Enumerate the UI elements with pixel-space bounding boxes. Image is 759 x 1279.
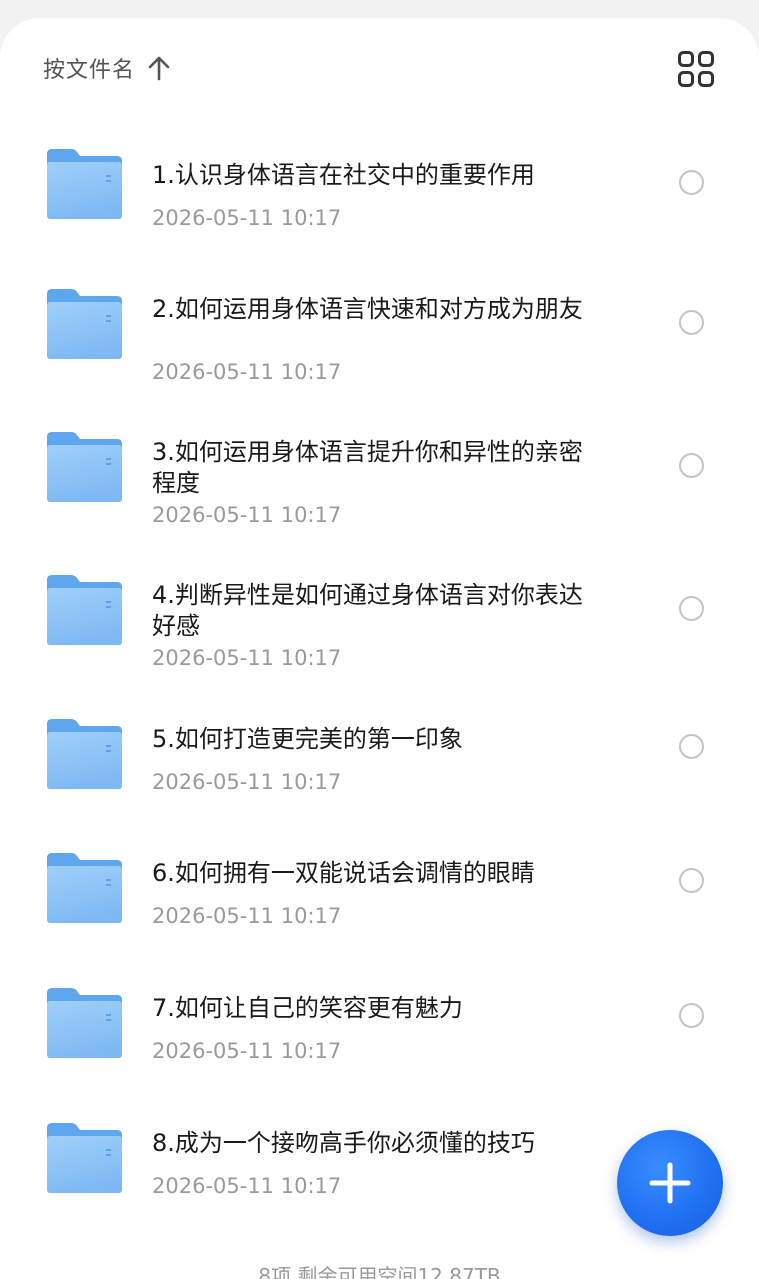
folder-icon: [45, 431, 123, 503]
storage-summary: 8项 剩余可用空间12.87TB: [258, 1264, 501, 1279]
folder-icon: [45, 574, 123, 646]
folder-icon: [45, 148, 123, 220]
file-name: 3.如何运用身体语言提升你和异性的亲密程度: [152, 438, 583, 497]
arrow-up-icon: [148, 56, 170, 81]
grid-view-button[interactable]: [677, 50, 715, 88]
select-radio[interactable]: [679, 734, 704, 759]
select-radio[interactable]: [679, 310, 704, 335]
folder-icon: [45, 288, 123, 360]
select-radio[interactable]: [679, 170, 704, 195]
plus-icon: [649, 1162, 691, 1204]
add-button[interactable]: [617, 1130, 723, 1236]
file-date: 2026-05-11 10:17: [152, 904, 342, 928]
file-name: 6.如何拥有一双能说话会调情的眼睛: [152, 859, 535, 887]
file-name: 4.判断异性是如何通过身体语言对你表达好感: [152, 581, 583, 640]
sort-by-name-button[interactable]: 按文件名: [43, 50, 171, 86]
file-date: 2026-05-11 10:17: [152, 360, 342, 384]
file-date: 2026-05-11 10:17: [152, 770, 342, 794]
select-radio[interactable]: [679, 868, 704, 893]
file-date: 2026-05-11 10:17: [152, 1174, 342, 1198]
file-name: 1.认识身体语言在社交中的重要作用: [152, 161, 535, 189]
grid-view-icon: [678, 51, 714, 87]
folder-icon: [45, 1122, 123, 1194]
file-date: 2026-05-11 10:17: [152, 206, 342, 230]
file-name: 7.如何让自己的笑容更有魅力: [152, 994, 463, 1022]
file-date: 2026-05-11 10:17: [152, 503, 342, 527]
folder-icon: [45, 987, 123, 1059]
folder-icon: [45, 718, 123, 790]
select-radio[interactable]: [679, 1003, 704, 1028]
select-radio[interactable]: [679, 596, 704, 621]
folder-icon: [45, 852, 123, 924]
file-name: 8.成为一个接吻高手你必须懂的技巧: [152, 1129, 535, 1157]
file-name: 5.如何打造更完美的第一印象: [152, 725, 463, 753]
sort-label: 按文件名: [43, 58, 136, 83]
file-list-panel: 按文件名 1.认识身体语言在社交中的重要作用 2026-05-11 10:17 2.…: [0, 18, 759, 1279]
file-date: 2026-05-11 10:17: [152, 1039, 342, 1063]
list-header: 按文件名: [0, 18, 759, 118]
file-row[interactable]: 8.成为一个接吻高手你必须懂的技巧 2026-05-11 10:17: [0, 118, 759, 1198]
file-name: 2.如何运用身体语言快速和对方成为朋友: [152, 295, 583, 323]
select-radio[interactable]: [679, 453, 704, 478]
file-date: 2026-05-11 10:17: [152, 646, 342, 670]
